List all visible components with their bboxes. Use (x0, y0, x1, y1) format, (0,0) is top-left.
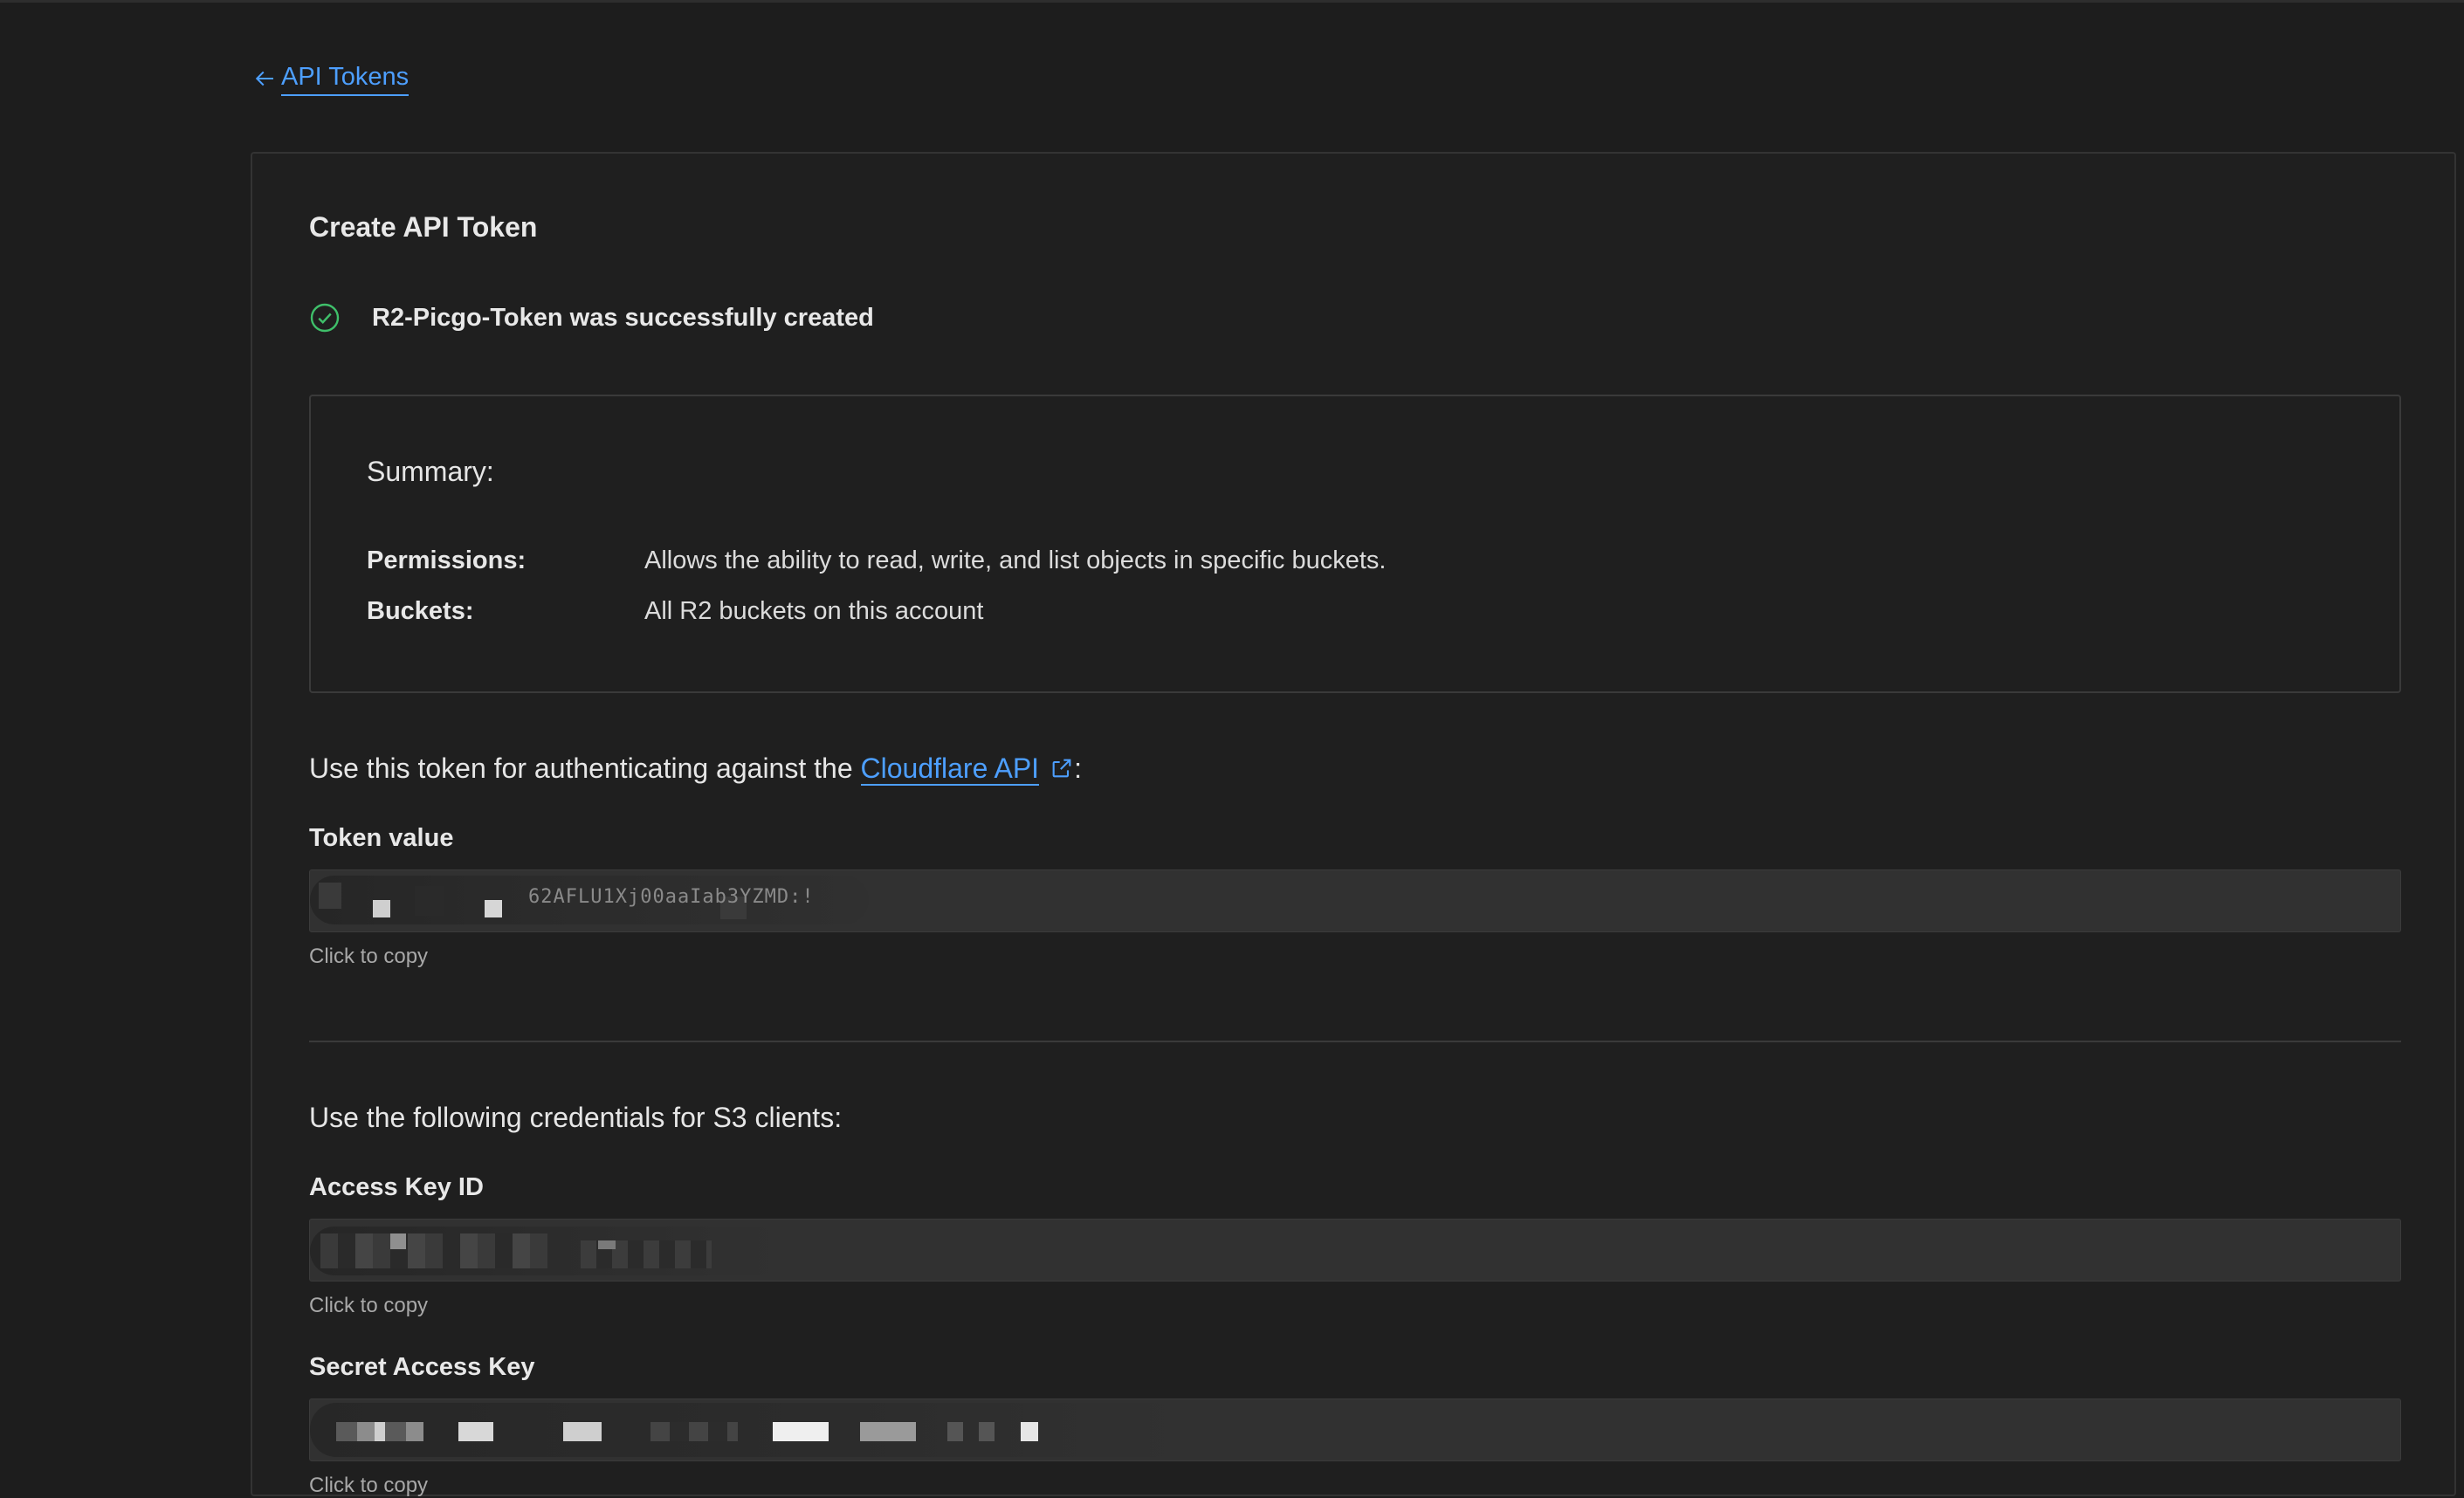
token-copy-hint: Click to copy (309, 945, 429, 968)
check-circle-icon (310, 303, 340, 333)
summary-buckets-row: Buckets: All R2 buckets on this account (367, 597, 983, 626)
redaction-pixel (947, 1422, 1000, 1441)
access-key-label: Access Key ID (309, 1173, 484, 1201)
redaction-pixel (485, 900, 502, 917)
section-divider (309, 1041, 2401, 1042)
redaction-pixel (650, 1422, 738, 1441)
buckets-label: Buckets: (367, 597, 474, 625)
permissions-label: Permissions: (367, 546, 527, 574)
buckets-value: All R2 buckets on this account (644, 597, 984, 625)
secret-key-field[interactable] (309, 1398, 2401, 1461)
token-intro: Use this token for authenticating agains… (309, 752, 1082, 786)
redaction-pixel (1021, 1422, 1038, 1441)
redaction-pixel (598, 1240, 616, 1249)
redaction-pixel (319, 883, 341, 909)
secret-key-label: Secret Access Key (309, 1353, 535, 1381)
redaction-pixel (860, 1422, 916, 1441)
redaction-pixel (415, 886, 444, 916)
s3-intro: Use the following credentials for S3 cli… (309, 1102, 843, 1133)
redaction-blur (310, 1403, 1183, 1457)
redaction-pixel (373, 900, 390, 917)
token-value-label: Token value (309, 824, 454, 852)
back-link-label: API Tokens (281, 61, 410, 96)
page-title: Create API Token (309, 211, 538, 243)
redaction-pixel (563, 1422, 602, 1441)
arrow-left-icon (255, 71, 273, 86)
top-border (0, 0, 2464, 3)
external-link-icon[interactable] (1050, 756, 1074, 780)
access-key-field[interactable] (309, 1219, 2401, 1282)
create-token-card: Create API Token R2-Picgo-Token was succ… (251, 152, 2456, 1497)
token-masked-value: 62AFLU1Xj00aaIab3YZMD:! (528, 886, 815, 908)
redaction-pixel (390, 1233, 406, 1249)
back-to-api-tokens-link[interactable]: API Tokens (251, 61, 410, 96)
summary-permissions-row: Permissions: Allows the ability to read,… (367, 546, 1386, 575)
access-key-copy-hint: Click to copy (309, 1294, 429, 1317)
redaction-pixel (336, 1422, 423, 1441)
token-value-field[interactable]: 62AFLU1Xj00aaIab3YZMD:! (309, 869, 2401, 932)
success-message-row: R2-Picgo-Token was successfully created (309, 302, 874, 333)
redaction-pixel (320, 1233, 547, 1268)
permissions-value: Allows the ability to read, write, and l… (644, 546, 1387, 574)
redaction-pixel (773, 1422, 829, 1441)
summary-box: Summary: Permissions: Allows the ability… (309, 395, 2401, 693)
success-message: R2-Picgo-Token was successfully created (372, 303, 874, 332)
redaction-pixel (458, 1422, 493, 1441)
token-intro-suffix: : (1074, 752, 1082, 784)
token-intro-prefix: Use this token for authenticating agains… (309, 752, 861, 784)
cloudflare-api-link[interactable]: Cloudflare API (860, 752, 1040, 786)
summary-heading: Summary: (367, 456, 494, 487)
secret-key-copy-hint: Click to copy (309, 1474, 429, 1497)
